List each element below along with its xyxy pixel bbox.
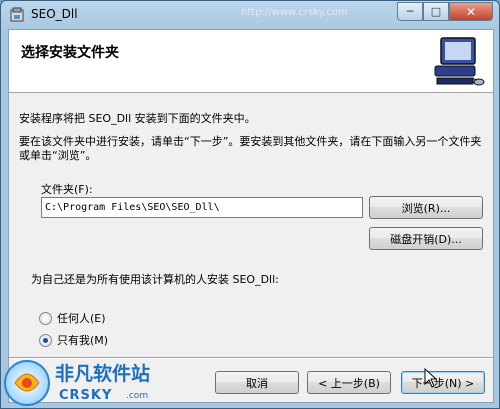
wizard-header: 选择安装文件夹 <box>9 30 493 93</box>
folder-label: 文件夹(F): <box>41 183 93 196</box>
window-title: SEO_Dll <box>31 7 78 21</box>
description-line-2: 要在该文件夹中进行安装，请单击“下一步”。要安装到其他文件夹，请在下面输入另一个… <box>19 135 482 162</box>
maximize-icon: □ <box>430 5 442 18</box>
radio-just-me[interactable]: 只有我(M) <box>39 332 108 348</box>
minimize-button[interactable]: ─ <box>397 2 423 21</box>
browse-button[interactable]: 浏览(R)... <box>369 196 483 219</box>
cancel-button[interactable]: 取消 <box>215 371 299 394</box>
install-for-label: 为自己还是为所有使用该计算机的人安装 SEO_Dll: <box>31 273 279 286</box>
site-logo-sub: CRSKY <box>59 388 113 403</box>
installer-app-icon <box>10 7 24 22</box>
dialog-client-area: 选择安装文件夹 安装程序将把 SEO_Dll 安装到下面的文件夹中。 要在该文件… <box>8 29 494 403</box>
site-logo-text: 非凡软件站 <box>55 363 151 385</box>
close-icon: ✕ <box>465 4 477 19</box>
radio-everyone-circle[interactable] <box>39 311 52 325</box>
minimize-icon: ─ <box>406 5 414 18</box>
window-controls: ─ □ ✕ <box>397 2 493 22</box>
disk-cost-button[interactable]: 磁盘开销(D)... <box>369 227 483 250</box>
mouse-cursor-icon <box>424 368 438 388</box>
radio-everyone[interactable]: 任何人(E) <box>39 310 106 326</box>
title-bar[interactable]: SEO_Dll http://www.crsky.com ─ □ ✕ <box>1 1 499 29</box>
page-title: 选择安装文件夹 <box>21 45 119 61</box>
close-button[interactable]: ✕ <box>449 2 493 21</box>
radio-just-me-label: 只有我(M) <box>57 334 109 347</box>
maximize-button[interactable]: □ <box>423 2 449 21</box>
radio-just-me-circle[interactable] <box>39 333 52 347</box>
back-button[interactable]: < 上一步(B) <box>307 371 391 394</box>
folder-path-input[interactable]: C:\Program Files\SEO\SEO_Dll\ <box>41 197 363 218</box>
site-logo-url: .com <box>126 391 149 401</box>
radio-selected-dot <box>43 337 48 343</box>
watermark-url: http://www.crsky.com <box>241 7 348 18</box>
radio-everyone-label: 任何人(E) <box>57 312 106 325</box>
installer-window: SEO_Dll http://www.crsky.com ─ □ ✕ 选择安装文… <box>0 0 500 409</box>
description-line-1: 安装程序将把 SEO_Dll 安装到下面的文件夹中。 <box>19 112 256 125</box>
computer-icon <box>434 37 485 86</box>
next-button[interactable]: 下一步(N) > <box>401 371 485 394</box>
